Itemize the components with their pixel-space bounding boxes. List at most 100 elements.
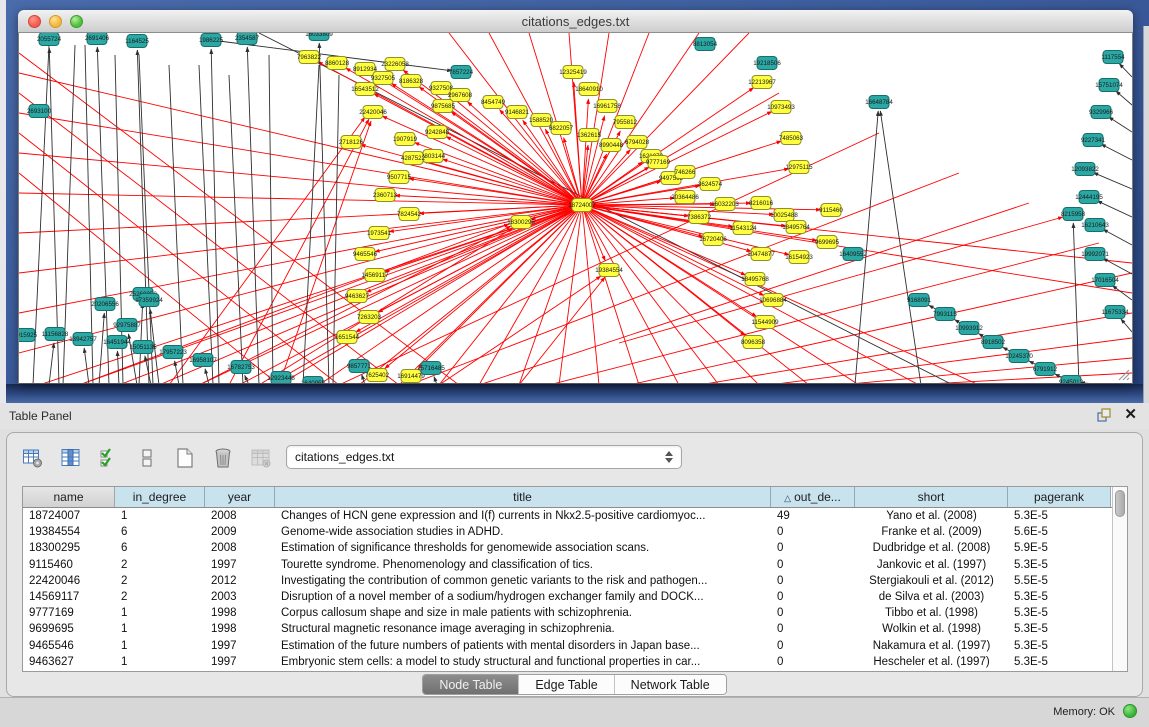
graph-node-yellow[interactable]: 8096358 — [741, 336, 766, 349]
graph-node-yellow[interactable]: 16720406 — [699, 233, 727, 246]
graph-node-teal[interactable]: 9857771 — [347, 360, 372, 373]
graph-node-teal[interactable]: 2691406 — [85, 33, 110, 45]
graph-node-teal[interactable]: 16033809 — [305, 33, 333, 41]
graph-node-yellow[interactable]: 9463627 — [345, 290, 370, 303]
graph-node-yellow[interactable]: 16154923 — [785, 251, 813, 264]
graph-node-teal[interactable]: 19218506 — [753, 57, 781, 70]
graph-node-teal[interactable]: 2693100 — [27, 105, 52, 118]
graph-node-yellow[interactable]: 16543512 — [351, 83, 379, 96]
graph-node-teal[interactable]: 17359924 — [135, 294, 163, 307]
column-header-in_degree[interactable]: in_degree — [115, 487, 205, 507]
column-header-pagerank[interactable]: pagerank — [1008, 487, 1111, 507]
graph-node-teal[interactable]: 11675334 — [1101, 306, 1129, 319]
scrollbar-thumb[interactable] — [1115, 490, 1125, 517]
tab-network-table[interactable]: Network Table — [615, 675, 726, 694]
network-canvas[interactable]: 1872400779638228860128891293423226058932… — [18, 33, 1133, 384]
graph-node-teal[interactable]: 20206556 — [91, 298, 119, 311]
graph-node-yellow[interactable]: 16961758 — [593, 100, 621, 113]
graph-node-yellow[interactable]: 20364486 — [671, 191, 699, 204]
graph-node-yellow[interactable]: 1907919 — [393, 133, 418, 146]
graph-node-yellow[interactable]: 14569117 — [361, 269, 389, 282]
table-row[interactable]: 969969511998Structural magnetic resonanc… — [23, 621, 1127, 637]
graph-node-teal[interactable]: 16210643 — [1081, 219, 1109, 232]
graph-node-yellow[interactable]: 12325419 — [559, 66, 587, 79]
graph-node-yellow[interactable]: 9242848 — [425, 126, 450, 139]
graph-node-yellow[interactable]: 9146821 — [505, 106, 530, 119]
graph-node-yellow[interactable]: 8860128 — [325, 57, 350, 70]
graph-node-yellow[interactable]: 12213967 — [748, 76, 776, 89]
tab-node-table[interactable]: Node Table — [423, 675, 519, 694]
graph-node-teal[interactable]: 15716485 — [417, 362, 445, 375]
graph-node-yellow[interactable]: 7955812 — [613, 116, 638, 129]
graph-node-teal[interactable]: 19992071 — [1081, 248, 1109, 261]
column-header-title[interactable]: title — [275, 487, 771, 507]
table-row[interactable]: 1872400712008Changes of HCN gene express… — [23, 508, 1127, 524]
graph-node-teal[interactable]: 2354587 — [235, 33, 260, 45]
graph-node-yellow[interactable]: 10696884 — [759, 294, 787, 307]
graph-node-teal[interactable]: 9245012 — [1059, 376, 1084, 385]
graph-node-teal[interactable]: 10245370 — [1005, 350, 1033, 363]
column-header-short[interactable]: short — [855, 487, 1008, 507]
tab-edge-table[interactable]: Edge Table — [519, 675, 614, 694]
graph-node-teal[interactable]: 3915925 — [19, 329, 38, 342]
graph-node-teal[interactable]: 15751074 — [1095, 79, 1123, 92]
graph-node-teal[interactable]: 16409552 — [839, 248, 867, 261]
window-resize-grip[interactable] — [1116, 367, 1130, 381]
graph-node-teal[interactable]: 16451944 — [103, 336, 131, 349]
graph-node-teal[interactable]: 7993115 — [933, 308, 957, 321]
graph-node-yellow[interactable]: 9507715 — [387, 171, 412, 184]
graph-node-yellow[interactable]: 2718126 — [339, 136, 364, 149]
graph-node-yellow[interactable]: 2360713 — [373, 189, 398, 202]
graph-node-yellow[interactable]: 11544909 — [751, 316, 779, 329]
new-table-icon[interactable] — [173, 446, 197, 470]
table-row[interactable]: 946554611997Estimation of the future num… — [23, 638, 1127, 654]
graph-node-yellow[interactable]: 1973541 — [367, 227, 392, 240]
graph-node-teal[interactable]: 2055724 — [37, 33, 62, 46]
graph-node-teal[interactable]: 1117554 — [1101, 51, 1125, 64]
graph-node-yellow[interactable]: 7824542 — [397, 208, 422, 221]
graph-node-teal[interactable]: 1640955 — [301, 377, 326, 385]
table-row[interactable]: 977716911998Corpus callosum shape and si… — [23, 605, 1127, 621]
graph-node-teal[interactable]: 15051135 — [129, 341, 157, 354]
graph-node-yellow[interactable]: 1362615 — [577, 129, 602, 142]
close-panel-icon[interactable]: ✕ — [1124, 407, 1137, 423]
graph-node-teal[interactable]: 1986225 — [199, 34, 224, 47]
graph-node-teal[interactable]: 11156828 — [42, 328, 69, 341]
graph-node-yellow[interactable]: 22420046 — [359, 106, 387, 119]
graph-node-yellow[interactable]: 6794028 — [625, 136, 650, 149]
table-row[interactable]: 1456911722003Disruption of a novel membe… — [23, 589, 1127, 605]
graph-node-teal[interactable]: 92975887 — [113, 319, 141, 332]
table-columns-icon[interactable] — [59, 446, 83, 470]
graph-node-yellow[interactable]: 746266 — [675, 166, 696, 179]
graph-node-teal[interactable]: 12093822 — [1071, 163, 1099, 176]
table-select-dropdown[interactable]: citations_edges.txt — [286, 445, 682, 469]
rows-icon[interactable] — [135, 446, 159, 470]
table-row[interactable]: 946362711997Embryonic stem cells: a mode… — [23, 654, 1127, 670]
graph-node-yellow[interactable]: 18300295 — [507, 216, 535, 229]
graph-node-yellow[interactable]: 9327505 — [371, 72, 396, 85]
graph-node-teal[interactable]: 1164525 — [125, 35, 149, 48]
table-row[interactable]: 2242004622012Investigating the contribut… — [23, 573, 1127, 589]
table-row[interactable]: 1830029562008Estimation of significance … — [23, 540, 1127, 556]
graph-node-yellow[interactable]: 10474877 — [747, 248, 775, 261]
graph-node-yellow[interactable]: 12975115 — [785, 161, 813, 174]
graph-node-teal[interactable]: 13942757 — [69, 333, 97, 346]
graph-node-yellow[interactable]: 10973493 — [767, 101, 795, 114]
graph-node-yellow[interactable]: 11543124 — [729, 222, 757, 235]
graph-node-teal[interactable]: 8813054 — [693, 38, 718, 51]
graph-node-yellow[interactable]: 8990448 — [599, 139, 624, 152]
graph-node-teal[interactable]: 16958107 — [189, 354, 217, 367]
graph-node-yellow[interactable]: 7263203 — [357, 311, 382, 324]
table-vertical-scrollbar[interactable] — [1112, 487, 1127, 671]
graph-node-teal[interactable]: 7857224 — [449, 66, 474, 79]
graph-node-yellow[interactable]: 19384554 — [595, 264, 623, 277]
graph-node-teal[interactable]: 8215958 — [1061, 208, 1086, 221]
delete-table-icon[interactable] — [211, 446, 235, 470]
graph-node-yellow[interactable]: 18724007 — [568, 199, 596, 212]
graph-node-yellow[interactable]: 18495764 — [782, 221, 810, 234]
graph-node-yellow[interactable]: 8454749 — [481, 96, 506, 109]
graph-node-yellow[interactable]: 9875685 — [431, 100, 456, 113]
column-header-year[interactable]: year — [205, 487, 275, 507]
graph-node-teal[interactable]: 12923448 — [267, 372, 295, 385]
graph-node-yellow[interactable]: 7386372 — [687, 211, 712, 224]
